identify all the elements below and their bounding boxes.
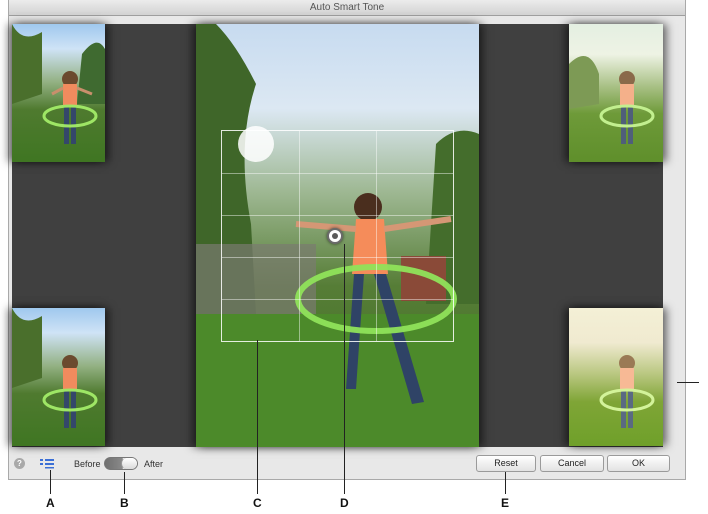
callout-line-c [257, 340, 258, 494]
girl-photo-thumbnail [569, 56, 655, 144]
callout-line-e [505, 472, 506, 494]
callout-line-f [677, 382, 699, 383]
callout-line-d [344, 244, 345, 494]
ok-button[interactable]: OK [607, 455, 670, 472]
callout-a: A [46, 496, 55, 510]
girl-photo-thumbnail [599, 355, 655, 428]
girl-photo-thumbnail [12, 24, 105, 144]
corner-preview-bottom-right[interactable] [569, 308, 663, 446]
callout-c: C [253, 496, 262, 510]
grid-line [298, 131, 300, 341]
help-icon[interactable]: ? [14, 458, 25, 469]
cancel-button[interactable]: Cancel [540, 455, 604, 472]
corner-preview-top-left[interactable] [12, 24, 105, 162]
show-corner-previews-icon[interactable] [40, 458, 54, 469]
reset-button[interactable]: Reset [476, 455, 536, 472]
callout-line-b [124, 472, 125, 494]
corner-preview-top-right[interactable] [569, 24, 663, 162]
callout-e: E [501, 496, 510, 510]
corner-preview-bottom-left[interactable] [12, 308, 105, 446]
grid-line [222, 257, 453, 258]
after-label: After [144, 459, 164, 469]
girl-photo-thumbnail [12, 308, 98, 428]
callout-d: D [340, 496, 349, 510]
control-point-icon[interactable] [327, 228, 343, 244]
window-title: Auto Smart Tone [9, 0, 685, 16]
callout-line-a [50, 470, 51, 494]
grid-line [222, 173, 453, 174]
before-after-toggle[interactable] [104, 457, 138, 470]
grid-line [222, 215, 453, 216]
grid-line [375, 131, 377, 341]
before-label: Before [74, 459, 101, 469]
grid-line [222, 299, 453, 300]
toggle-knob[interactable] [121, 458, 137, 469]
callout-b: B [120, 496, 129, 510]
